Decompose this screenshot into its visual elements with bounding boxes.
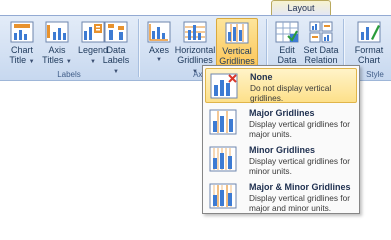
no-gridlines-icon [210,73,238,99]
menu-item-major-title: Major Gridlines [249,108,315,118]
menu-item-minor-title: Minor Gridlines [249,145,316,155]
menu-item-minor-gridlines[interactable]: Minor Gridlines Display vertical gridlin… [205,142,357,177]
group-label-labels: Labels [57,70,81,79]
menu-item-major-desc: Display vertical gridlines for major uni… [249,119,350,139]
menu-item-none-title: None [250,72,273,82]
group-separator [138,19,139,77]
axes-button[interactable]: Axes ▼ [144,18,174,68]
edit-data-label-1: Edit [279,45,295,55]
menu-item-major-minor-gridlines[interactable]: Major & Minor Gridlines Display vertical… [205,179,357,214]
format-chart-label-2: Chart [357,55,380,65]
minor-gridlines-icon [209,146,237,172]
chart-title-label-1: Chart [10,45,33,55]
data-labels-label-1: Data [106,45,126,55]
axis-titles-button[interactable]: Axis Titles ▼ [40,18,74,68]
edit-data-label-2: Data [277,55,297,65]
menu-item-none[interactable]: None Do not display vertical gridlines. [205,68,357,103]
chart-title-label-2: Title ▼ [9,55,35,65]
vertical-gridlines-icon [225,22,249,44]
horizontal-gridlines-label-1: Horizontal [174,45,216,55]
vertical-gridlines-label-1: Vertical [222,46,252,56]
menu-item-major-gridlines[interactable]: Major Gridlines Display vertical gridlin… [205,105,357,140]
axis-titles-icon [45,21,69,43]
set-data-relation-label-1: Set Data [303,45,339,55]
set-data-relation-icon [309,21,333,43]
major-minor-gridlines-icon [209,183,237,209]
data-labels-button[interactable]: Data Labels ▼ [99,18,133,75]
axes-caret-icon: ▼ [156,57,162,63]
axes-icon [147,21,171,43]
chart-title-icon [10,21,34,43]
vertical-gridlines-menu: None Do not display vertical gridlines. … [202,65,360,214]
horizontal-gridlines-icon [183,21,207,43]
axis-titles-label-2: Titles ▼ [42,55,72,65]
menu-item-major-minor-desc: Display vertical gridlines for major and… [249,193,350,213]
axes-label: Axes [148,45,169,55]
tab-layout[interactable]: Layout [271,0,331,15]
major-gridlines-icon [209,109,237,135]
axis-titles-label-1: Axis [48,45,66,55]
edit-data-button[interactable]: Edit Data [270,18,304,68]
format-chart-button[interactable]: Format Chart [350,18,388,68]
horizontal-gridlines-button[interactable]: Horizontal Gridlines ▼ [174,18,216,75]
chart-title-button[interactable]: Chart Title ▼ [6,18,38,68]
format-chart-icon [357,21,381,43]
vertical-gridlines-button[interactable]: Vertical Gridlines ▼ [216,18,258,76]
menu-item-minor-desc: Display vertical gridlines for minor uni… [249,156,350,176]
data-labels-icon [104,21,128,43]
edit-data-icon [275,21,299,43]
set-data-relation-button[interactable]: Set Data Relation [302,18,340,68]
format-chart-label-1: Format [354,45,384,55]
menu-item-none-desc: Do not display vertical gridlines. [250,83,332,103]
set-data-relation-label-2: Relation [304,55,338,65]
menu-item-major-minor-title: Major & Minor Gridlines [249,182,351,192]
